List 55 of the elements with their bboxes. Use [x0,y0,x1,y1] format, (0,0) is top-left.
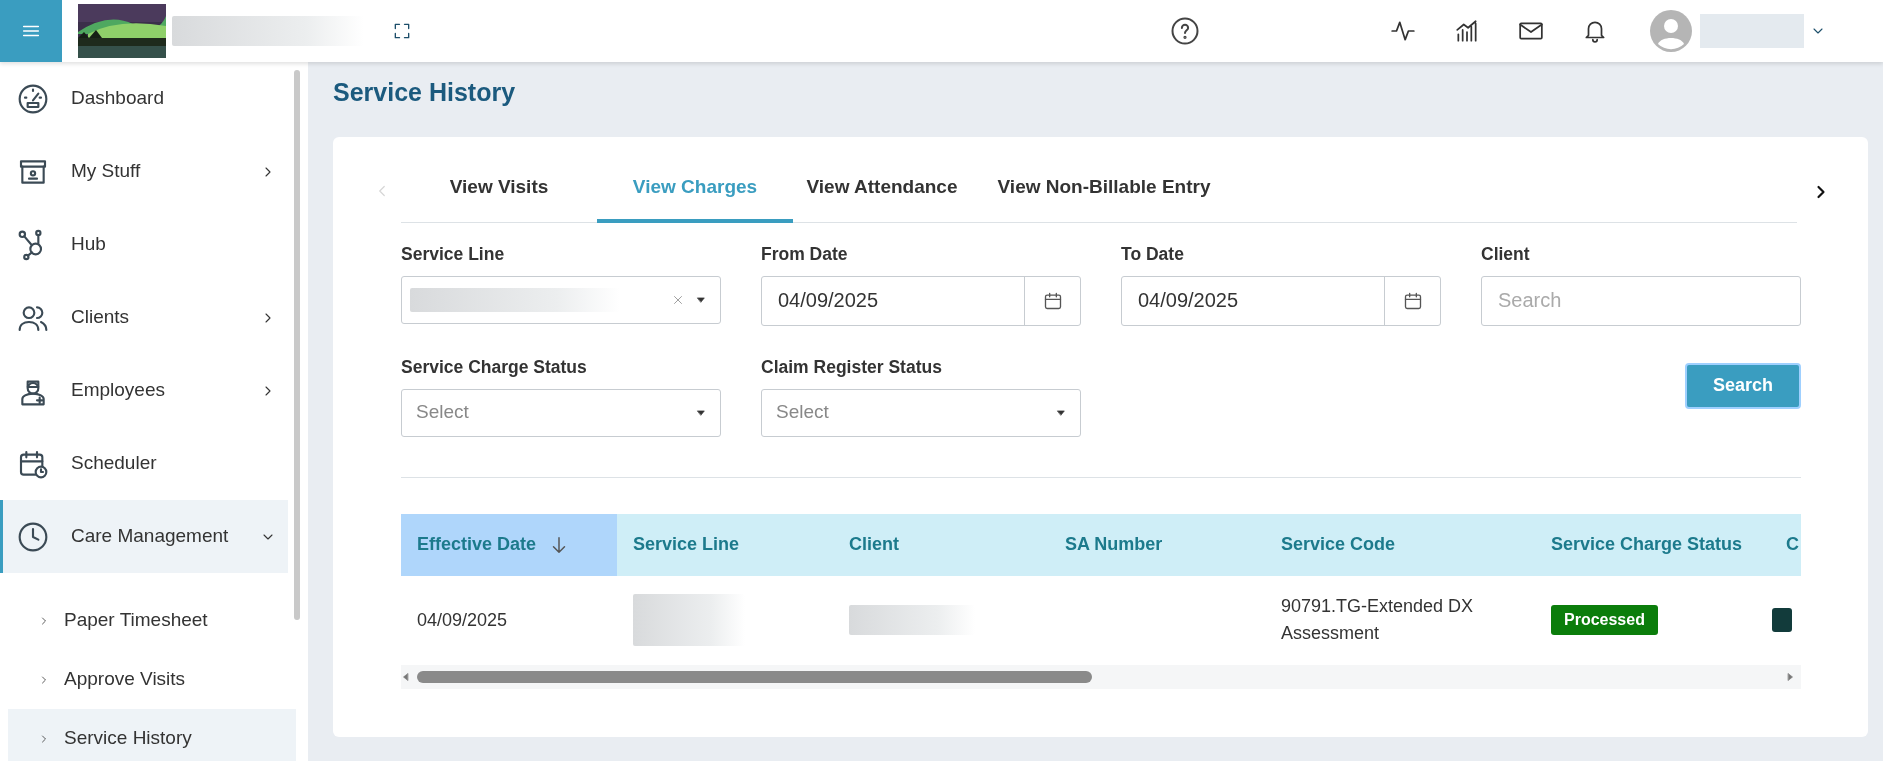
clock-icon [17,520,49,553]
calendar-icon [1042,290,1063,311]
column-header[interactable]: SA Number [1049,513,1265,576]
date-field[interactable]: 04/09/2025 [1122,276,1384,325]
column-header[interactable]: Client [833,513,1049,576]
tab[interactable]: View Visits [401,156,597,223]
field-label: Service Line [401,242,506,265]
bar-chart-icon [1454,18,1480,44]
dashboard-icon [17,82,49,115]
page-title: Service History [333,77,517,108]
sidebar-item[interactable]: My Stuff [0,135,288,208]
sidebar-subitem[interactable]: Approve Visits [8,650,296,709]
sidebar-subitem[interactable]: Paper Timesheet [8,591,296,650]
sidebar-item[interactable]: Scheduler [0,427,288,500]
select-field[interactable] [401,275,721,324]
dropdown-caret-icon [696,294,706,305]
column-header[interactable]: C [1770,513,1801,576]
dropdown-caret-icon [696,407,706,418]
field-label: To Date [1121,242,1185,265]
help-icon [1170,16,1200,46]
select-field[interactable]: Select [761,388,1081,437]
sidebar-item[interactable]: Clients [0,281,288,354]
status-badge: Processed [1551,605,1658,635]
date-picker[interactable]: 04/09/2025 [761,275,1081,326]
calendar-icon [1402,290,1423,311]
column-header[interactable]: Service Code [1265,513,1535,576]
date-picker[interactable]: 04/09/2025 [1121,275,1441,326]
scrollbar-thumb[interactable] [294,70,300,620]
fullscreen-button[interactable] [392,21,412,41]
tab[interactable]: View Non-Billable Entry [971,156,1237,223]
select-field[interactable]: Select [401,388,721,437]
bar-chart-button[interactable] [1454,18,1480,44]
column-header[interactable]: Service Line [617,513,833,576]
scroll-left-icon[interactable] [401,671,411,682]
table-cell-text: 90791.TG-Extended DX Assessment [1281,595,1475,645]
field-label: Client [1481,242,1531,265]
expand-icon [392,21,412,41]
help-button[interactable] [1170,16,1200,46]
scrollbar-thumb[interactable] [417,670,1092,683]
column-header[interactable]: Service Charge Status [1535,513,1770,576]
tab[interactable]: View Attendance [793,156,971,223]
sidebar-subitem[interactable]: Service History [8,709,296,761]
clear-icon[interactable] [672,293,684,306]
scroll-right-icon[interactable] [1785,671,1795,682]
table-cell-text: 04/09/2025 [417,608,508,632]
search-field[interactable]: Search [1482,276,1800,325]
dropdown-caret-icon [1056,407,1066,418]
sidebar-item[interactable]: Employees [0,354,288,427]
sidebar-item[interactable]: Hub [0,208,288,281]
field-label: From Date [761,242,849,265]
field-label: Claim Register Status [761,355,943,378]
date-field[interactable]: 04/09/2025 [762,276,1024,325]
sidebar-item[interactable]: Care Management [0,500,288,573]
sidebar-item[interactable]: Dashboard [0,62,288,135]
field-label: Service Charge Status [401,355,588,378]
